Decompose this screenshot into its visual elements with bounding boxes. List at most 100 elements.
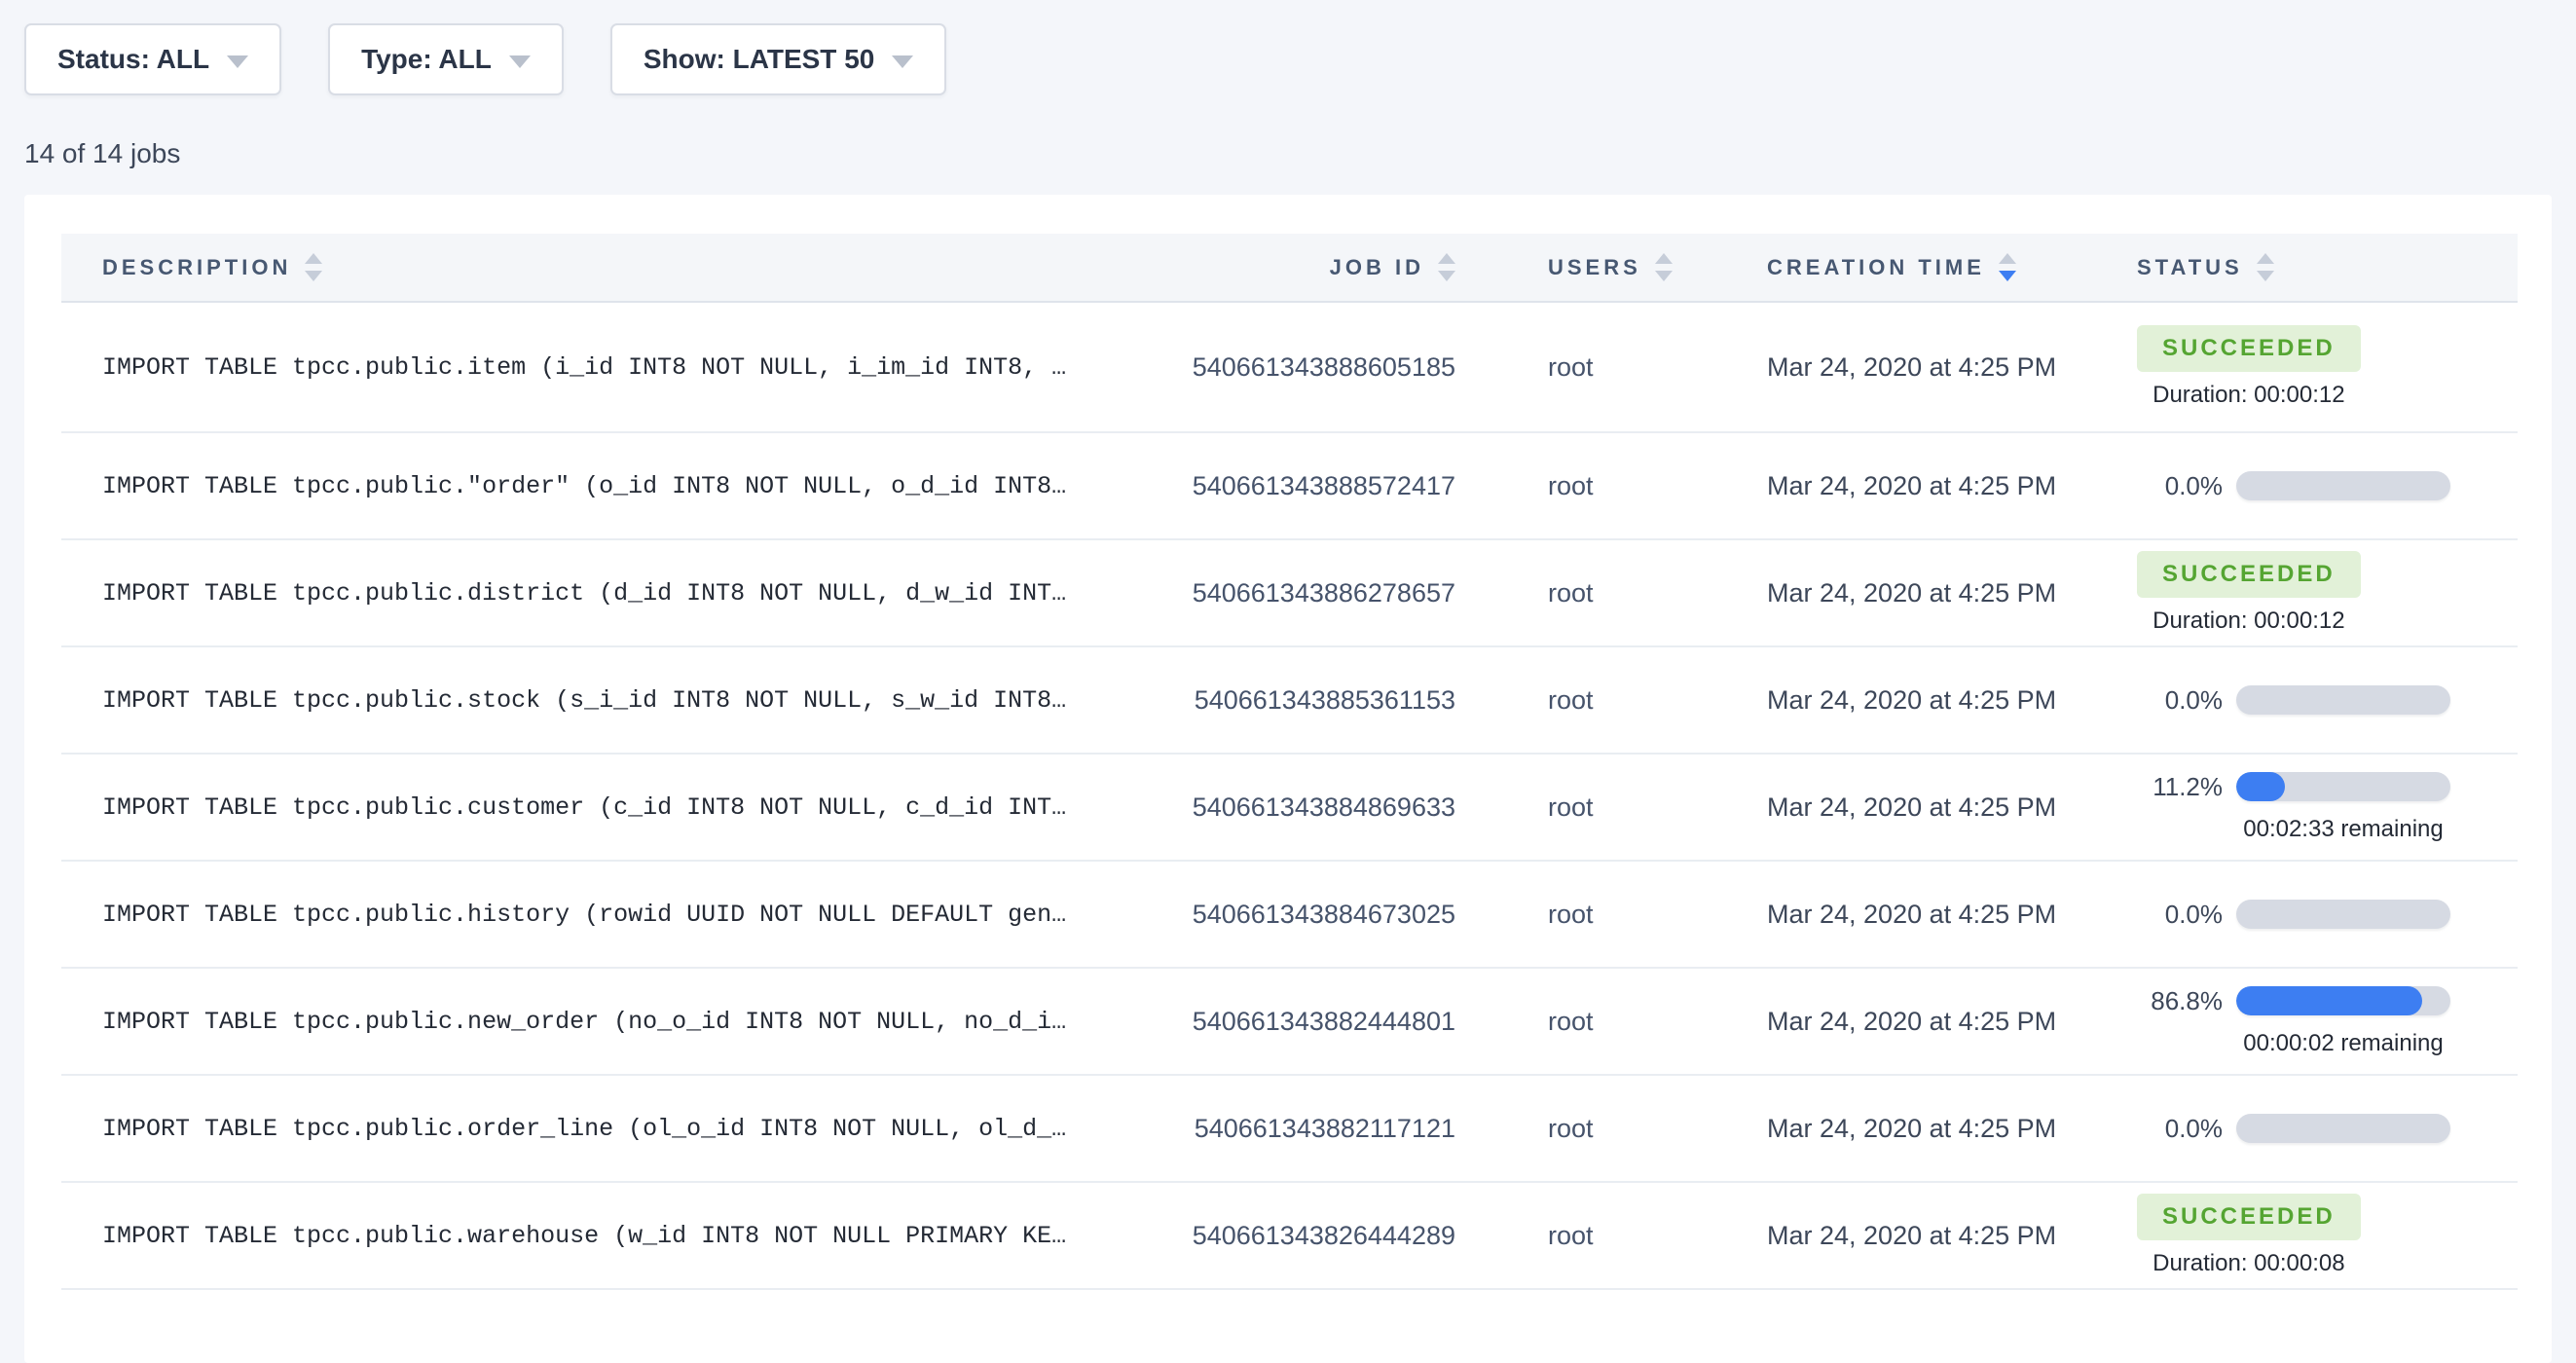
job-description[interactable]: IMPORT TABLE tpcc.public.warehouse (w_id… [61, 1182, 1066, 1289]
type-filter-dropdown[interactable]: Type: ALL [328, 23, 564, 95]
job-status: SUCCEEDED Duration: 00:00:08 [2108, 1182, 2518, 1289]
job-status: 0.0% [2108, 432, 2518, 539]
table-header-row: DESCRIPTION JOB ID USERS CREATION TIME STATU… [61, 234, 2518, 302]
table-row[interactable]: IMPORT TABLE tpcc.public.history (rowid … [61, 861, 2518, 968]
job-creation-time: Mar 24, 2020 at 4:25 PM [1738, 302, 2108, 432]
job-description[interactable]: IMPORT TABLE tpcc.public.new_order (no_o… [61, 968, 1066, 1075]
column-label: DESCRIPTION [102, 255, 291, 280]
column-label: JOB ID [1330, 255, 1424, 280]
job-description[interactable]: IMPORT TABLE tpcc.public.order_line (ol_… [61, 1075, 1066, 1182]
progress-bar-fill [2236, 986, 2422, 1015]
progress-percent: 0.0% [2137, 900, 2223, 930]
job-status: 11.2% 00:02:33 remaining [2108, 754, 2518, 861]
table-row[interactable]: IMPORT TABLE tpcc.public.item (i_id INT8… [61, 302, 2518, 432]
job-id: 540661343884673025 [1066, 861, 1455, 968]
sort-icon [305, 253, 322, 281]
progress-bar [2236, 471, 2450, 500]
job-creation-time: Mar 24, 2020 at 4:25 PM [1738, 1182, 2108, 1289]
progress-percent: 11.2% [2137, 772, 2223, 802]
column-label: USERS [1548, 255, 1641, 280]
jobs-count: 14 of 14 jobs [24, 138, 2576, 169]
job-user: root [1455, 302, 1738, 432]
job-user: root [1455, 539, 1738, 646]
status-badge-succeeded: SUCCEEDED [2137, 1194, 2361, 1240]
progress-bar [2236, 685, 2450, 715]
show-filter-dropdown[interactable]: Show: LATEST 50 [610, 23, 947, 95]
status-badge-succeeded: SUCCEEDED [2137, 551, 2361, 598]
chevron-down-icon [892, 55, 913, 68]
status-filter-label: Status: ALL [57, 44, 209, 75]
filter-bar: Status: ALL Type: ALL Show: LATEST 50 [0, 0, 2576, 95]
progress-bar [2236, 1114, 2450, 1143]
job-user: root [1455, 1182, 1738, 1289]
sort-icon [1999, 253, 2016, 281]
jobs-table-card: DESCRIPTION JOB ID USERS CREATION TIME STATU… [24, 195, 2552, 1363]
job-user: root [1455, 754, 1738, 861]
job-description[interactable]: IMPORT TABLE tpcc.public.history (rowid … [61, 861, 1066, 968]
table-row[interactable]: IMPORT TABLE tpcc.public.district (d_id … [61, 539, 2518, 646]
table-row[interactable]: IMPORT TABLE tpcc.public.stock (s_i_id I… [61, 646, 2518, 754]
status-badge-succeeded: SUCCEEDED [2137, 325, 2361, 372]
job-status: 86.8% 00:00:02 remaining [2108, 968, 2518, 1075]
table-row[interactable]: IMPORT TABLE tpcc.public."order" (o_id I… [61, 432, 2518, 539]
table-row[interactable]: IMPORT TABLE tpcc.public.warehouse (w_id… [61, 1182, 2518, 1289]
job-status: 0.0% [2108, 861, 2518, 968]
job-status: SUCCEEDED Duration: 00:00:12 [2108, 302, 2518, 432]
chevron-down-icon [509, 55, 531, 68]
table-row[interactable]: IMPORT TABLE tpcc.public.new_order (no_o… [61, 968, 2518, 1075]
progress-bar [2236, 986, 2450, 1015]
job-id: 540661343882444801 [1066, 968, 1455, 1075]
jobs-table: DESCRIPTION JOB ID USERS CREATION TIME STATU… [61, 234, 2518, 1290]
job-id: 540661343826444289 [1066, 1182, 1455, 1289]
job-user: root [1455, 646, 1738, 754]
progress-bar-fill [2236, 772, 2285, 801]
job-id: 540661343886278657 [1066, 539, 1455, 646]
job-creation-time: Mar 24, 2020 at 4:25 PM [1738, 539, 2108, 646]
table-row[interactable]: IMPORT TABLE tpcc.public.order_line (ol_… [61, 1075, 2518, 1182]
progress-bar [2236, 772, 2450, 801]
job-creation-time: Mar 24, 2020 at 4:25 PM [1738, 646, 2108, 754]
job-description[interactable]: IMPORT TABLE tpcc.public."order" (o_id I… [61, 432, 1066, 539]
progress-percent: 86.8% [2137, 986, 2223, 1016]
sort-icon [1438, 253, 1455, 281]
time-remaining: 00:00:02 remaining [2236, 1030, 2450, 1057]
column-header-creation_time[interactable]: CREATION TIME [1738, 234, 2108, 302]
job-creation-time: Mar 24, 2020 at 4:25 PM [1738, 754, 2108, 861]
job-id: 540661343882117121 [1066, 1075, 1455, 1182]
show-filter-label: Show: LATEST 50 [644, 44, 875, 75]
job-user: root [1455, 1075, 1738, 1182]
job-description[interactable]: IMPORT TABLE tpcc.public.item (i_id INT8… [61, 302, 1066, 432]
progress-percent: 0.0% [2137, 471, 2223, 501]
chevron-down-icon [227, 55, 248, 68]
progress-percent: 0.0% [2137, 1114, 2223, 1144]
column-label: CREATION TIME [1767, 255, 1985, 280]
job-description[interactable]: IMPORT TABLE tpcc.public.district (d_id … [61, 539, 1066, 646]
job-description[interactable]: IMPORT TABLE tpcc.public.stock (s_i_id I… [61, 646, 1066, 754]
column-label: STATUS [2137, 255, 2243, 280]
job-id: 540661343884869633 [1066, 754, 1455, 861]
type-filter-label: Type: ALL [361, 44, 492, 75]
sort-icon [2257, 253, 2274, 281]
column-header-job_id[interactable]: JOB ID [1066, 234, 1455, 302]
job-duration: Duration: 00:00:08 [2153, 1250, 2344, 1277]
job-creation-time: Mar 24, 2020 at 4:25 PM [1738, 861, 2108, 968]
progress-bar [2236, 900, 2450, 929]
job-id: 540661343888572417 [1066, 432, 1455, 539]
job-user: root [1455, 861, 1738, 968]
job-duration: Duration: 00:00:12 [2153, 382, 2344, 409]
column-header-status[interactable]: STATUS [2108, 234, 2518, 302]
column-header-description[interactable]: DESCRIPTION [61, 234, 1066, 302]
column-header-users[interactable]: USERS [1455, 234, 1738, 302]
job-description[interactable]: IMPORT TABLE tpcc.public.customer (c_id … [61, 754, 1066, 861]
status-filter-dropdown[interactable]: Status: ALL [24, 23, 281, 95]
progress-percent: 0.0% [2137, 685, 2223, 716]
job-status: 0.0% [2108, 1075, 2518, 1182]
time-remaining: 00:02:33 remaining [2236, 816, 2450, 843]
job-creation-time: Mar 24, 2020 at 4:25 PM [1738, 968, 2108, 1075]
job-id: 540661343885361153 [1066, 646, 1455, 754]
table-row[interactable]: IMPORT TABLE tpcc.public.customer (c_id … [61, 754, 2518, 861]
job-creation-time: Mar 24, 2020 at 4:25 PM [1738, 432, 2108, 539]
job-id: 540661343888605185 [1066, 302, 1455, 432]
job-user: root [1455, 968, 1738, 1075]
job-status: SUCCEEDEDDuration: 00:00:12 [2108, 539, 2518, 646]
